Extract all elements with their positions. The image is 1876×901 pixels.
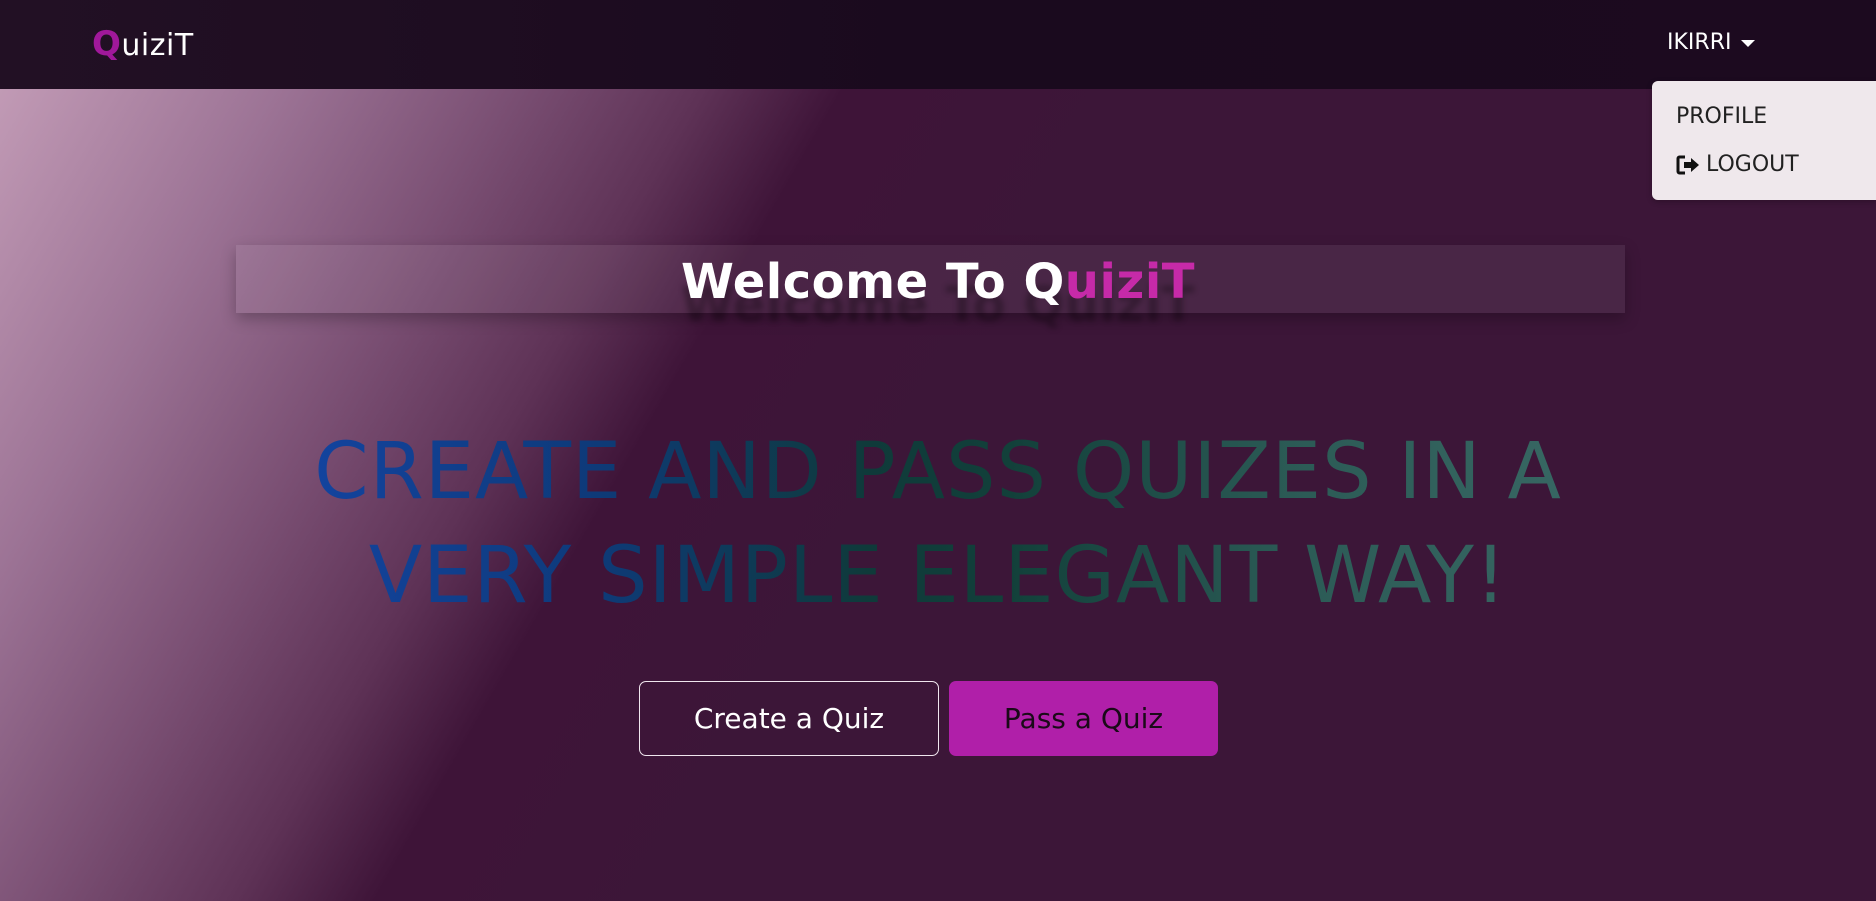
user-dropdown-menu: PROFILE LOGOUT <box>1652 81 1876 200</box>
profile-menu-item[interactable]: PROFILE <box>1676 104 1767 129</box>
page: QuiziT IKIRRI PROFILE LOGOUT Welcome To … <box>0 0 1876 901</box>
brand-logo[interactable]: QuiziT <box>92 24 194 64</box>
brand-first-letter: Q <box>92 24 122 64</box>
logout-label: LOGOUT <box>1706 152 1799 177</box>
sign-out-icon <box>1676 155 1699 174</box>
tagline: CREATE AND PASS QUIZES IN A VERY SIMPLE … <box>238 420 1638 628</box>
logout-menu-item[interactable]: LOGOUT <box>1676 152 1799 177</box>
user-name: IKIRRI <box>1667 30 1732 55</box>
create-quiz-button[interactable]: Create a Quiz <box>639 681 939 756</box>
welcome-accent: uiziT <box>1064 254 1196 310</box>
welcome-title: Welcome To QuiziT <box>0 254 1876 310</box>
welcome-prefix: Welcome To Q <box>680 254 1065 310</box>
hero-section: Welcome To QuiziT Welcome To QuiziT CREA… <box>0 89 1876 901</box>
brand-rest: uiziT <box>121 28 194 63</box>
user-menu-toggle[interactable]: IKIRRI <box>1667 30 1756 55</box>
pass-quiz-button[interactable]: Pass a Quiz <box>949 681 1218 756</box>
caret-down-icon <box>1741 40 1756 47</box>
profile-label: PROFILE <box>1676 104 1768 129</box>
navbar: QuiziT IKIRRI <box>0 0 1876 89</box>
